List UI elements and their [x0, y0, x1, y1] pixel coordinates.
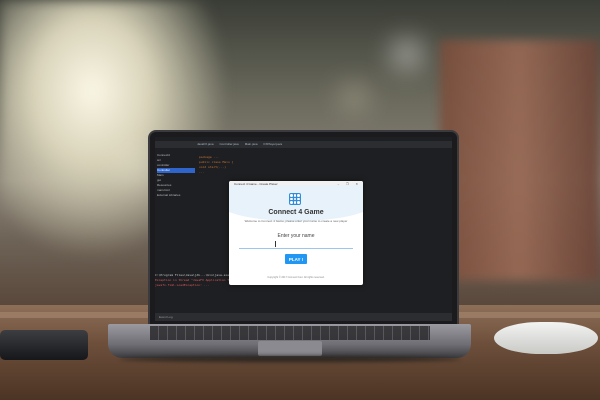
status-bar: Event Log	[155, 313, 452, 321]
bokeh-light	[345, 88, 363, 106]
editor-tab[interactable]: Main.java	[245, 141, 258, 148]
dialog-subtitle: Welcome to Connect 4 Game, please enter …	[244, 219, 348, 223]
ide-window: JavaFX.java Controller.java Main.java FX…	[155, 137, 452, 321]
smartphone	[0, 330, 88, 360]
code-editor[interactable]: package ... public class Main { void sta…	[199, 155, 233, 175]
dialog-heading: Connect 4 Game	[268, 209, 324, 216]
text-caret	[275, 241, 276, 247]
create-player-dialog: Connect 4 Game - Create Player – ❐ ✕ Con…	[229, 181, 363, 285]
computer-mouse	[494, 322, 598, 354]
laptop-screen-bezel: JavaFX.java Controller.java Main.java FX…	[148, 130, 459, 328]
play-button[interactable]: PLAY !	[285, 254, 307, 264]
name-field-label: Enter your name	[277, 233, 315, 239]
editor-tab[interactable]: JavaFX.java	[197, 141, 214, 148]
editor-tabs: JavaFX.java Controller.java Main.java FX…	[155, 141, 452, 148]
editor-tab[interactable]: FXPlayer.java	[264, 141, 283, 148]
tree-item[interactable]: External Libraries	[157, 193, 195, 198]
bokeh-light	[395, 42, 419, 66]
dialog-footer: Copyright © 2017 Connect Four. All right…	[267, 276, 325, 279]
code-line: ...	[199, 170, 205, 174]
editor-tab[interactable]: Controller.java	[220, 141, 239, 148]
blurred-brick-wall	[440, 40, 600, 280]
project-tree: Connect4 src controller Controller Main …	[157, 153, 195, 263]
laptop-shadow	[120, 356, 460, 362]
player-name-input[interactable]	[239, 241, 353, 249]
bokeh-light	[120, 150, 150, 180]
laptop-keyboard	[150, 326, 430, 340]
laptop-trackpad	[258, 341, 322, 356]
connect4-grid-icon	[289, 193, 301, 205]
